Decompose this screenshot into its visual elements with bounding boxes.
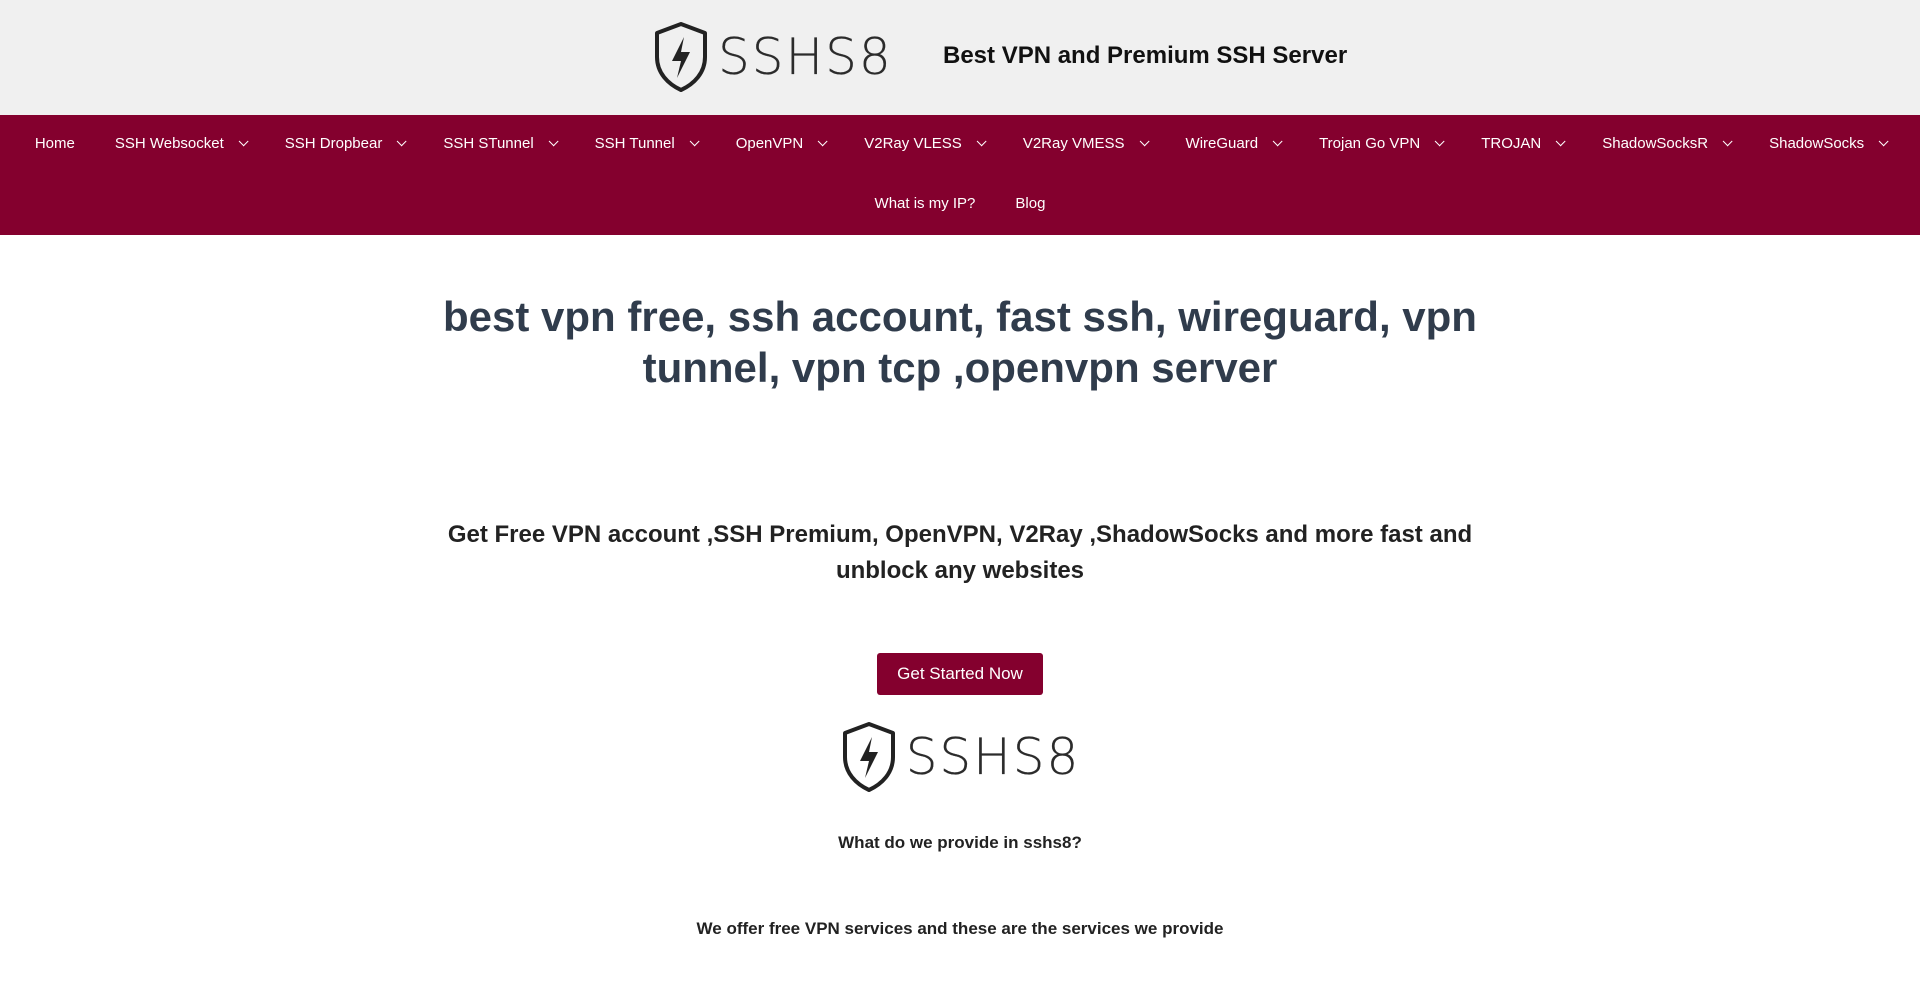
nav-item-blog[interactable]: Blog bbox=[995, 177, 1065, 229]
chevron-down-icon[interactable] bbox=[1722, 136, 1733, 147]
nav-item-label: SSH Dropbear bbox=[284, 135, 383, 152]
nav-row-primary: Home SSH Websocket SSH Dropbear SSH STunnel… bbox=[0, 115, 1920, 172]
nav-item-ssh-stunnel[interactable]: SSH STunnel bbox=[423, 115, 574, 172]
nav-item-label: OpenVPN bbox=[735, 135, 804, 152]
nav-item-openvpn[interactable]: OpenVPN bbox=[716, 115, 845, 172]
chevron-down-icon[interactable] bbox=[1878, 136, 1889, 147]
nav-item-label: ShadowSocks bbox=[1769, 135, 1865, 152]
nav-item-shadowsocksr[interactable]: ShadowSocksR bbox=[1582, 115, 1749, 172]
nav-item-label: What is my IP? bbox=[874, 194, 976, 212]
chevron-down-icon[interactable] bbox=[1434, 136, 1445, 147]
shield-bolt-icon bbox=[842, 722, 895, 792]
nav-item-v2ray-vless[interactable]: V2Ray VLESS bbox=[844, 115, 1003, 172]
chevron-down-icon[interactable] bbox=[976, 136, 987, 147]
nav-item-v2ray-vmess[interactable]: V2Ray VMESS bbox=[1003, 115, 1166, 172]
section-question: What do we provide in sshs8? bbox=[838, 833, 1082, 852]
shield-bolt-icon bbox=[655, 22, 707, 92]
chevron-down-icon[interactable] bbox=[817, 136, 828, 147]
nav-item-label: Blog bbox=[1015, 194, 1046, 212]
nav-item-wireguard[interactable]: WireGuard bbox=[1166, 115, 1300, 172]
nav-item-label: V2Ray VMESS bbox=[1022, 135, 1125, 152]
nav-item-label: Home bbox=[34, 135, 75, 152]
nav-item-label: SSH Websocket bbox=[114, 135, 224, 152]
chevron-down-icon[interactable] bbox=[1272, 136, 1283, 147]
main-content: best vpn free, ssh account, fast ssh, wi… bbox=[0, 235, 1920, 939]
nav-item-label: SSH Tunnel bbox=[594, 135, 675, 152]
nav-item-shadowsocks[interactable]: ShadowSocks bbox=[1749, 115, 1905, 172]
nav-item-ssh-tunnel[interactable]: SSH Tunnel bbox=[575, 115, 716, 172]
nav-item-label: Trojan Go VPN bbox=[1319, 135, 1421, 152]
chevron-down-icon[interactable] bbox=[689, 136, 700, 147]
nav-item-label: V2Ray VLESS bbox=[864, 135, 962, 152]
offer-text: We offer free VPN services and these are… bbox=[696, 919, 1224, 938]
nav-item-ssh-websocket[interactable]: SSH Websocket bbox=[95, 115, 265, 172]
chevron-down-icon[interactable] bbox=[238, 136, 249, 147]
logo-text: SSHS8 bbox=[718, 28, 893, 86]
nav-item-ssh-dropbear[interactable]: SSH Dropbear bbox=[265, 115, 424, 172]
nav-row-secondary: What is my IP? Blog bbox=[0, 177, 1920, 229]
site-header: SSHS8 Best VPN and Premium SSH Server bbox=[0, 0, 1920, 115]
hero-subtitle: Get Free VPN account ,SSH Premium, OpenV… bbox=[447, 521, 1473, 584]
nav-item-what-is-my-ip[interactable]: What is my IP? bbox=[855, 177, 996, 229]
nav-item-trojan-go-vpn[interactable]: Trojan Go VPN bbox=[1299, 115, 1461, 172]
nav-item-label: ShadowSocksR bbox=[1602, 135, 1709, 152]
chevron-down-icon[interactable] bbox=[396, 136, 407, 147]
nav-item-trojan[interactable]: TROJAN bbox=[1461, 115, 1582, 172]
site-logo[interactable]: SSHS8 bbox=[652, 20, 893, 94]
nav-item-label: TROJAN bbox=[1481, 135, 1542, 152]
get-started-button[interactable]: Get Started Now bbox=[877, 653, 1043, 695]
main-navigation: Home SSH Websocket SSH Dropbear SSH STunnel… bbox=[0, 115, 1920, 235]
nav-item-home[interactable]: Home bbox=[15, 115, 95, 172]
nav-item-label: SSH STunnel bbox=[443, 135, 534, 152]
chevron-down-icon[interactable] bbox=[1139, 136, 1150, 147]
page-title: best vpn free, ssh account, fast ssh, wi… bbox=[443, 293, 1477, 391]
nav-item-label: WireGuard bbox=[1185, 135, 1259, 152]
chevron-down-icon[interactable] bbox=[548, 136, 559, 147]
site-tagline: Best VPN and Premium SSH Server bbox=[943, 42, 1348, 69]
content-logo: SSHS8 bbox=[0, 721, 1920, 793]
chevron-down-icon[interactable] bbox=[1555, 136, 1566, 147]
logo-text: SSHS8 bbox=[905, 728, 1081, 786]
